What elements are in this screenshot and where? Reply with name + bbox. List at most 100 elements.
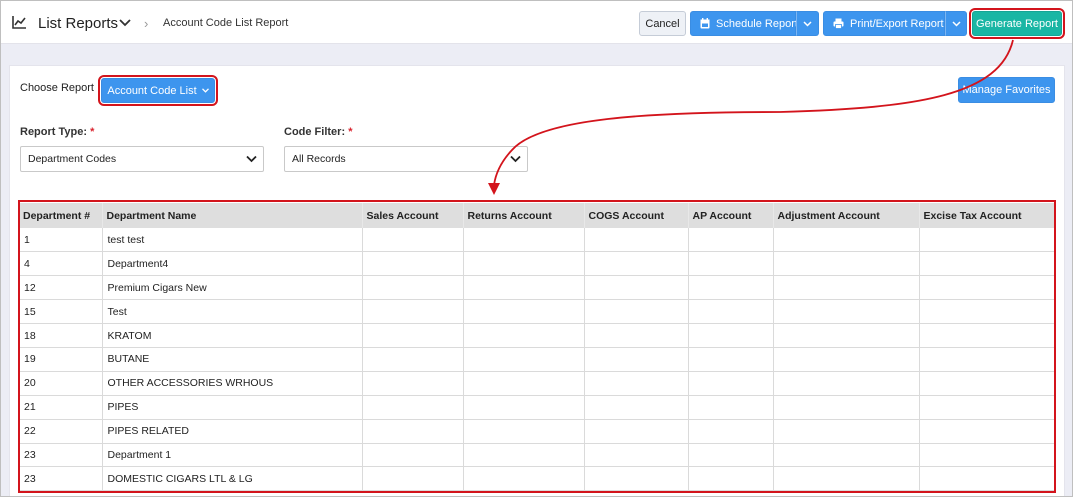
column-header[interactable]: Excise Tax Account (919, 203, 1054, 228)
table-cell (773, 443, 920, 468)
column-header[interactable]: Sales Account (362, 203, 464, 228)
cancel-button-label: Cancel (645, 17, 680, 30)
table-cell: 19 (19, 347, 103, 372)
print-export-label: Print/Export Report (850, 17, 944, 30)
table-cell (919, 299, 1054, 325)
table-cell (463, 419, 585, 444)
report-type-select[interactable]: Department Codes (20, 146, 264, 172)
table-cell (362, 395, 464, 420)
table-cell: 20 (19, 371, 103, 396)
column-header[interactable]: COGS Account (584, 203, 689, 228)
table-cell: 15 (19, 299, 103, 325)
table-row[interactable]: 4 Department4 (19, 251, 1054, 277)
table-cell: 18 (19, 323, 103, 348)
table-row[interactable]: 15 Test (19, 299, 1054, 325)
code-filter-select[interactable]: All Records (284, 146, 528, 172)
table-cell (463, 466, 585, 492)
account-code-list-button[interactable]: Account Code List (98, 75, 218, 106)
choose-report-label: Choose Report (20, 82, 94, 94)
table-cell: PIPES RELATED (102, 419, 363, 444)
table-cell (919, 419, 1054, 444)
table-cell (688, 347, 774, 372)
table-cell (463, 299, 585, 325)
table-cell (463, 347, 585, 372)
table-cell (773, 347, 920, 372)
page-title: List Reports (38, 15, 119, 32)
table-cell (584, 466, 689, 492)
table-cell: 1 (19, 228, 103, 253)
table-cell (919, 323, 1054, 348)
table-cell (362, 466, 464, 492)
table-row[interactable]: 23 DOMESTIC CIGARS LTL & LG (19, 466, 1054, 492)
column-header[interactable]: Department # (19, 203, 103, 228)
table-cell (584, 371, 689, 396)
table-cell (919, 443, 1054, 468)
table-cell (584, 323, 689, 348)
code-filter-label: Code Filter: * (284, 126, 352, 138)
table-cell (688, 251, 774, 277)
print-export-button[interactable]: Print/Export Report (823, 11, 945, 36)
table-cell (919, 371, 1054, 396)
table-row[interactable]: 12 Premium Cigars New (19, 275, 1054, 301)
print-export-dropdown[interactable] (945, 11, 967, 36)
table-row[interactable]: 1 test test (19, 228, 1054, 253)
table-cell (362, 323, 464, 348)
schedule-report-label: Schedule Report (716, 17, 798, 30)
table-cell (584, 347, 689, 372)
table-cell (688, 443, 774, 468)
table-cell (688, 228, 774, 253)
table-cell (773, 228, 920, 253)
table-body: 1 test test 4 Department4 12 Premium Cigars N… (19, 228, 1054, 492)
table-cell: Premium Cigars New (102, 275, 363, 301)
report-table-container: Department # Department Name Sales Accou… (19, 203, 1054, 492)
table-row[interactable]: 23 Department 1 (19, 443, 1054, 468)
table-cell: 23 (19, 443, 103, 468)
manage-favorites-button[interactable]: Manage Favorites (958, 77, 1055, 103)
table-cell (688, 395, 774, 420)
table-cell (773, 419, 920, 444)
column-header[interactable]: Returns Account (463, 203, 585, 228)
code-filter-value: All Records (292, 153, 346, 165)
report-type-label: Report Type: * (20, 126, 94, 138)
column-header[interactable]: Department Name (102, 203, 363, 228)
table-cell (773, 275, 920, 301)
table-cell (919, 466, 1054, 492)
table-cell (584, 443, 689, 468)
report-type-value: Department Codes (28, 153, 117, 165)
required-mark: * (90, 126, 95, 138)
table-cell: KRATOM (102, 323, 363, 348)
table-cell (584, 419, 689, 444)
table-cell (463, 275, 585, 301)
table-cell (362, 419, 464, 444)
column-header[interactable]: Adjustment Account (773, 203, 920, 228)
schedule-report-dropdown[interactable] (796, 11, 819, 36)
table-cell (919, 395, 1054, 420)
manage-favorites-label: Manage Favorites (962, 84, 1051, 96)
table-cell: 21 (19, 395, 103, 420)
table-row[interactable]: 19 BUTANE (19, 347, 1054, 372)
schedule-report-button[interactable]: Schedule Report (690, 11, 798, 36)
table-cell (584, 395, 689, 420)
chevron-down-icon (951, 20, 961, 27)
column-header[interactable]: AP Account (688, 203, 774, 228)
table-row[interactable]: 21 PIPES (19, 395, 1054, 420)
table-row[interactable]: 20 OTHER ACCESSORIES WRHOUS (19, 371, 1054, 396)
generate-report-button[interactable]: Generate Report (969, 8, 1065, 39)
table-row[interactable]: 18 KRATOM (19, 323, 1054, 348)
table-cell (362, 251, 464, 277)
table-cell (773, 466, 920, 492)
cancel-button[interactable]: Cancel (639, 11, 686, 36)
table-cell: Department4 (102, 251, 363, 277)
table-row[interactable]: 22 PIPES RELATED (19, 419, 1054, 444)
table-cell: 23 (19, 466, 103, 492)
table-cell (463, 443, 585, 468)
table-cell (688, 466, 774, 492)
table-cell (584, 275, 689, 301)
table-cell (688, 299, 774, 325)
chevron-down-icon[interactable] (119, 18, 131, 28)
table-cell (362, 275, 464, 301)
report-type-label-text: Report Type: (20, 126, 88, 138)
table-cell (362, 347, 464, 372)
table-cell: OTHER ACCESSORIES WRHOUS (102, 371, 363, 396)
breadcrumb-separator-icon: › (144, 16, 149, 31)
